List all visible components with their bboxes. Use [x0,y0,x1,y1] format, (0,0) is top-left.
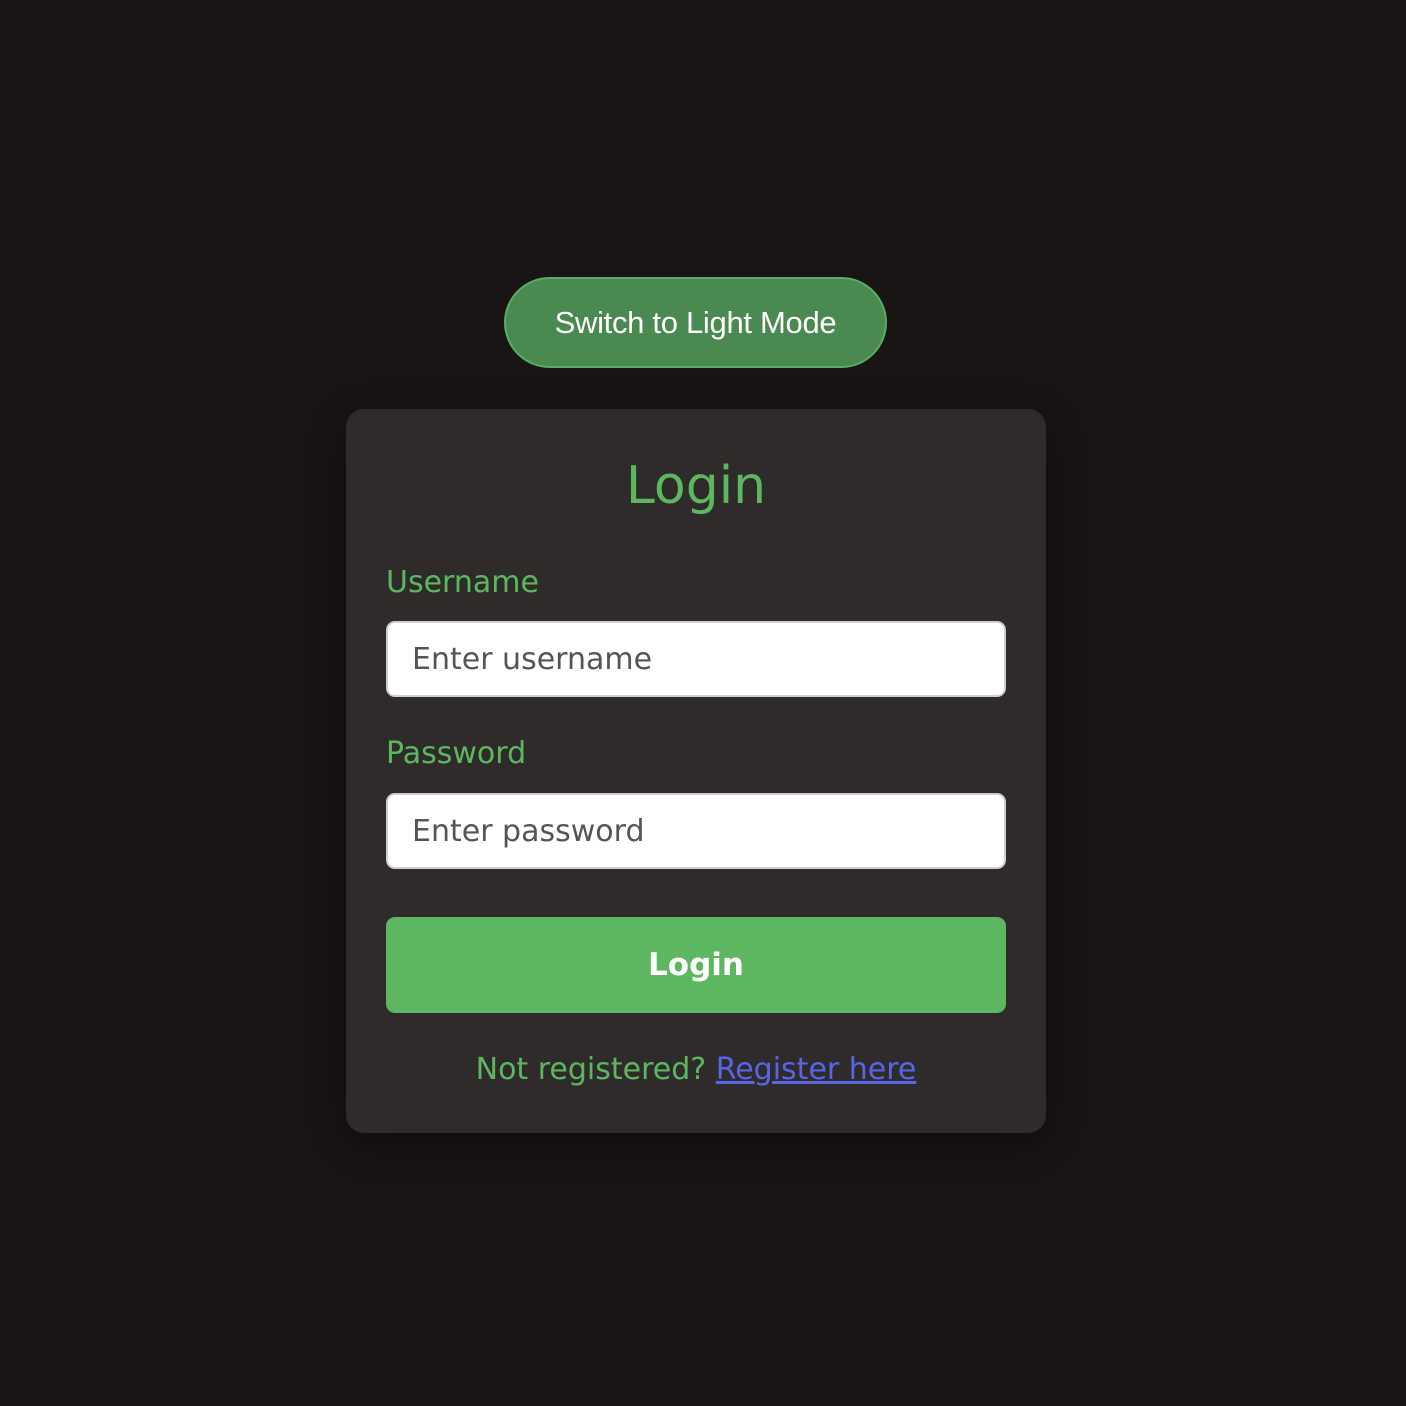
password-input[interactable] [386,793,1006,869]
register-prompt-row: Not registered? Register here [346,1050,1046,1090]
username-label: Username [386,565,539,600]
theme-toggle-button[interactable]: Switch to Light Mode [504,277,887,368]
login-card: Login Username Password Login Not regist… [346,409,1046,1133]
login-submit-button[interactable]: Login [386,917,1006,1013]
page: Switch to Light Mode Login Username Pass… [0,0,1406,1406]
register-link[interactable]: Register here [716,1052,917,1087]
username-input[interactable] [386,621,1006,697]
register-prompt-text: Not registered? [475,1052,716,1087]
password-label: Password [386,736,527,771]
login-title: Login [625,456,767,516]
